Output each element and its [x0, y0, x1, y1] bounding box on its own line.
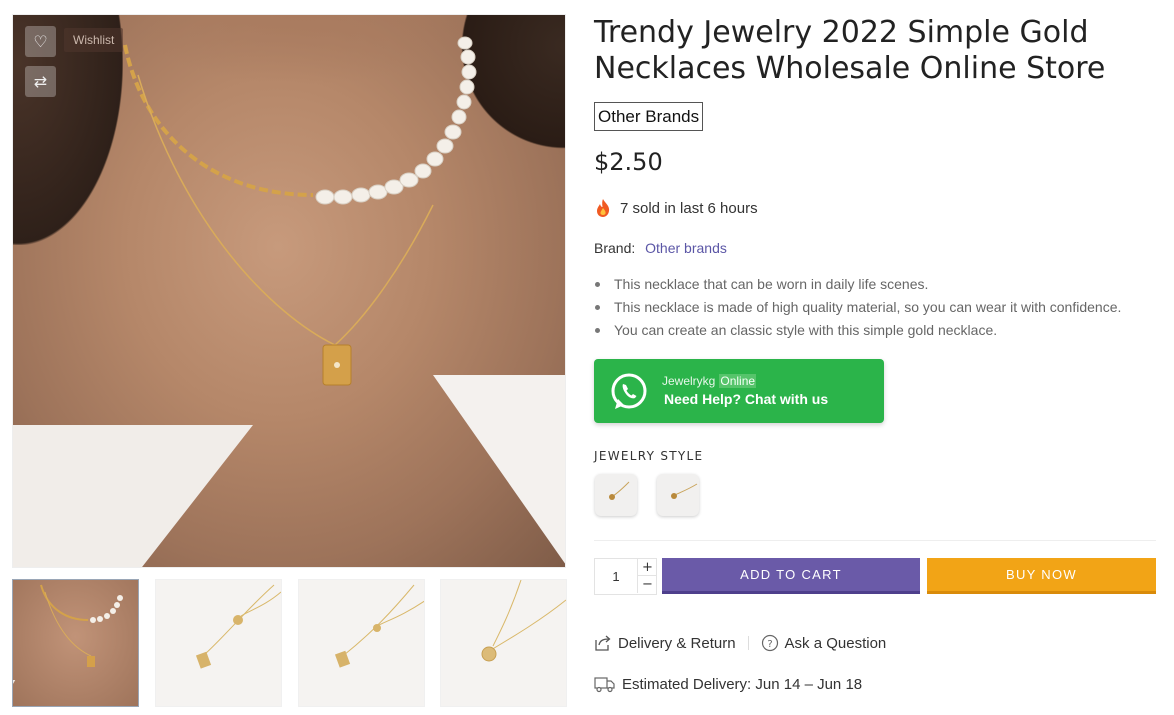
main-product-image[interactable]: ♡ Wishlist ⇄ — [12, 14, 566, 568]
quantity-minus-button[interactable]: − — [637, 576, 657, 593]
thumbnail-2[interactable] — [155, 579, 282, 707]
style-swatch-2[interactable] — [657, 474, 699, 516]
quantity-stepper: + − — [594, 558, 657, 595]
brand-badge[interactable]: Other Brands — [594, 102, 704, 131]
wishlist-tooltip: Wishlist — [64, 28, 124, 52]
link-separator — [747, 636, 749, 650]
ask-question-label: Ask a Question — [784, 634, 887, 652]
thumbnail-3[interactable] — [298, 579, 425, 707]
whatsapp-agent: Jewelrykg Online — [662, 374, 757, 388]
brand-label: Brand: — [594, 240, 636, 256]
info-links: Delivery & Return ? Ask a Question — [594, 634, 886, 652]
whatsapp-status: Online — [719, 374, 757, 388]
whatsapp-chat-button[interactable]: Jewelrykg Online Need Help? Chat with us — [594, 359, 884, 423]
sold-counter: 7 sold in last 6 hours — [594, 198, 758, 218]
svg-text:?: ? — [767, 639, 772, 650]
whatsapp-agent-name: Jewelrykg — [662, 374, 716, 388]
share-box-icon — [595, 635, 611, 651]
feature-list: This necklace that can be worn in daily … — [594, 275, 1121, 344]
compare-button[interactable]: ⇄ — [25, 66, 56, 97]
quantity-input[interactable] — [595, 559, 637, 594]
ask-question-link[interactable]: ? Ask a Question — [761, 634, 887, 652]
product-price: $2.50 — [594, 148, 663, 176]
buy-now-button[interactable]: BUY NOW — [927, 558, 1156, 594]
feature-item: You can create an classic style with thi… — [594, 321, 1121, 344]
heart-icon: ♡ — [33, 32, 48, 51]
sold-text: 7 sold in last 6 hours — [620, 199, 758, 217]
estimated-delivery: Estimated Delivery: Jun 14 – Jun 18 — [594, 675, 862, 693]
feature-item: This necklace is made of high quality ma… — [594, 298, 1121, 321]
jewelry-style-label: JEWELRY STYLE — [594, 449, 704, 463]
compare-icon: ⇄ — [33, 72, 48, 91]
quantity-plus-button[interactable]: + — [637, 559, 657, 576]
estimated-delivery-text: Estimated Delivery: Jun 14 – Jun 18 — [622, 675, 863, 693]
style-swatch-1[interactable] — [595, 474, 637, 516]
necklace-illustration — [123, 36, 477, 386]
thumbnail-4[interactable] — [440, 579, 567, 707]
fire-icon — [597, 199, 610, 217]
feature-item: This necklace that can be worn in daily … — [594, 275, 1121, 298]
add-to-cart-button[interactable]: ADD TO CART — [662, 558, 920, 594]
wishlist-heart-button[interactable]: ♡ — [25, 26, 56, 57]
whatsapp-icon — [611, 373, 647, 409]
truck-icon — [594, 677, 615, 693]
brand-line: Brand: Other brands — [594, 240, 727, 256]
delivery-return-link[interactable]: Delivery & Return — [594, 634, 736, 652]
brand-link[interactable]: Other brands — [645, 240, 727, 256]
section-divider — [594, 540, 1156, 541]
product-title: Trendy Jewelry 2022 Simple Gold Necklace… — [594, 15, 1106, 86]
delivery-return-label: Delivery & Return — [618, 634, 736, 652]
whatsapp-help-text: Need Help? Chat with us — [664, 391, 829, 407]
thumbnail-1[interactable] — [12, 579, 139, 707]
thumbnail-strip — [12, 579, 567, 709]
question-circle-icon: ? — [761, 634, 778, 652]
